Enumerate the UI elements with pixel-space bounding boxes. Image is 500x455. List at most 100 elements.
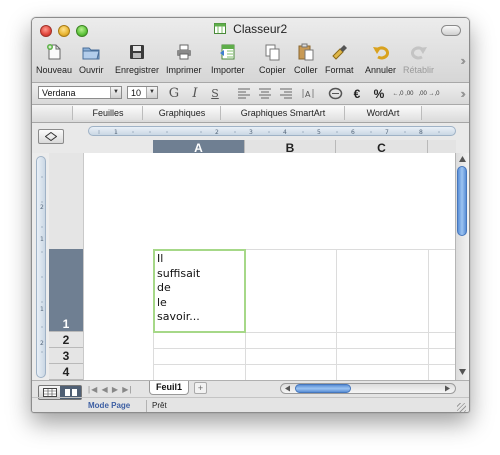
paste-label: Coller [294, 65, 318, 75]
wrap-text-button[interactable]: A [300, 86, 316, 101]
import-label: Importer [211, 65, 245, 75]
align-center-icon [259, 88, 271, 99]
font-size-value: 10 [131, 88, 142, 98]
format-painter-button[interactable]: Format [325, 42, 354, 80]
cell-a1[interactable]: Il suffisait de le savoir... [153, 249, 246, 333]
horizontal-scrollbar[interactable] [280, 383, 456, 394]
open-folder-icon [82, 47, 100, 60]
vertical-ruler[interactable]: 2 1 1 2 [36, 156, 46, 378]
svg-text:4: 4 [283, 129, 287, 136]
copy-label: Copier [259, 65, 286, 75]
merge-cells-button[interactable] [326, 86, 344, 101]
grid-line [153, 364, 457, 365]
open-label: Ouvrir [79, 65, 104, 75]
print-label: Imprimer [166, 65, 202, 75]
decrease-decimal-button[interactable]: ,00 →,0 [418, 86, 440, 101]
redo-label: Rétablir [403, 65, 435, 75]
svg-text:1: 1 [40, 236, 44, 243]
sheet-nav-arrows[interactable]: |◀ ◀ ▶ ▶| [88, 385, 132, 394]
increase-decimal-glyph: ←,0 ,00 [392, 90, 414, 97]
divider [146, 400, 147, 412]
excel-document-icon [213, 23, 226, 34]
status-text: Prêt [152, 401, 167, 410]
paste-button[interactable]: Coller [294, 42, 318, 80]
sheet-tab-label: Feuil1 [156, 382, 183, 392]
row-header-2[interactable]: 2 [49, 332, 83, 348]
add-sheet-button[interactable]: + [194, 382, 207, 394]
font-name-value: Verdana [42, 88, 76, 98]
row-header-1[interactable]: 1 [49, 249, 83, 332]
row-header-3[interactable]: 3 [49, 348, 83, 364]
new-label: Nouveau [36, 65, 73, 75]
horizontal-scroll-thumb[interactable] [295, 384, 351, 393]
vertical-scroll-thumb[interactable] [457, 166, 467, 236]
import-icon [219, 44, 235, 60]
svg-text:5: 5 [317, 129, 321, 136]
svg-text:3: 3 [249, 129, 253, 136]
align-left-icon [238, 88, 250, 99]
svg-text:2: 2 [215, 129, 219, 136]
font-size-select[interactable]: 10 ▼ [127, 86, 158, 99]
row-header-4[interactable]: 4 [49, 364, 83, 380]
scroll-down-icon[interactable] [458, 368, 467, 376]
paste-icon [298, 43, 314, 61]
import-button[interactable]: Importer [211, 42, 245, 80]
tab-label: Graphiques SmartArt [240, 108, 326, 118]
align-right-button[interactable] [278, 86, 294, 101]
print-button[interactable]: Imprimer [166, 42, 202, 80]
italic-glyph: I [192, 86, 198, 101]
ruler-ticks: 1 2 3 4 5 6 7 8 [98, 129, 440, 136]
title-bar: Classeur2 Nouveau Ouvrir Enregistrer Imp… [32, 18, 469, 83]
undo-button[interactable]: Annuler [365, 42, 396, 80]
formatting-toolbar: Verdana ▼ 10 ▼ G I S A € % ←,0 ,00 ,00 →… [32, 83, 469, 105]
svg-text:2: 2 [40, 204, 44, 211]
tab-graphiques-smartart[interactable]: Graphiques SmartArt [220, 106, 346, 120]
new-document-icon [47, 44, 61, 60]
increase-decimal-button[interactable]: ←,0 ,00 [392, 86, 414, 101]
new-button[interactable]: Nouveau [36, 42, 72, 80]
row-number: 1 [62, 317, 70, 331]
scroll-up-icon[interactable] [458, 155, 467, 163]
decrease-decimal-glyph: ,00 →,0 [418, 90, 440, 97]
svg-text:2: 2 [40, 340, 44, 347]
normal-view-icon [42, 388, 57, 397]
resize-grip-icon[interactable] [457, 403, 466, 412]
scroll-left-icon[interactable] [284, 385, 291, 392]
horizontal-ruler[interactable]: 1 2 3 4 5 6 7 8 [88, 126, 456, 136]
italic-button[interactable]: I [188, 86, 202, 101]
page-layout-view-icon [64, 389, 77, 396]
format-brush-icon [332, 45, 348, 60]
tab-label: Feuilles [92, 108, 124, 118]
format-overflow-chevron-icon[interactable]: ›› [460, 86, 465, 101]
save-label: Enregistrer [115, 65, 160, 75]
percent-glyph: % [373, 86, 385, 101]
vertical-scrollbar[interactable] [455, 153, 469, 380]
select-all-button[interactable] [38, 129, 64, 144]
tab-feuilles[interactable]: Feuilles [72, 106, 144, 120]
tab-wordart[interactable]: WordArt [344, 106, 422, 120]
tab-graphiques[interactable]: Graphiques [142, 106, 222, 120]
tab-label: Graphiques [158, 108, 206, 118]
grid-line [336, 249, 337, 380]
underline-button[interactable]: S [208, 86, 222, 101]
font-name-select[interactable]: Verdana ▼ [38, 86, 122, 99]
redo-button[interactable]: Rétablir [403, 42, 434, 80]
merge-icon [328, 87, 342, 100]
copy-button[interactable]: Copier [259, 42, 286, 80]
toolbar-toggle-button[interactable] [441, 25, 461, 36]
percent-button[interactable]: % [372, 86, 386, 101]
scroll-right-icon[interactable] [444, 385, 451, 392]
underline-glyph: S [211, 87, 219, 100]
open-button[interactable]: Ouvrir [79, 42, 104, 80]
page-layout-sheet[interactable]: Il suffisait de le savoir... [83, 153, 457, 380]
window-title-area: Classeur2 [32, 22, 469, 36]
align-center-button[interactable] [257, 86, 273, 101]
toolbar-overflow-chevron-icon[interactable]: ›› [460, 53, 465, 68]
save-button[interactable]: Enregistrer [115, 42, 159, 80]
currency-button[interactable]: € [350, 86, 364, 101]
align-left-button[interactable] [236, 86, 252, 101]
bold-button[interactable]: G [167, 86, 181, 101]
undo-icon [372, 46, 389, 60]
sheet-tab-feuil1[interactable]: Feuil1 [149, 381, 190, 395]
currency-glyph: € [353, 86, 361, 101]
